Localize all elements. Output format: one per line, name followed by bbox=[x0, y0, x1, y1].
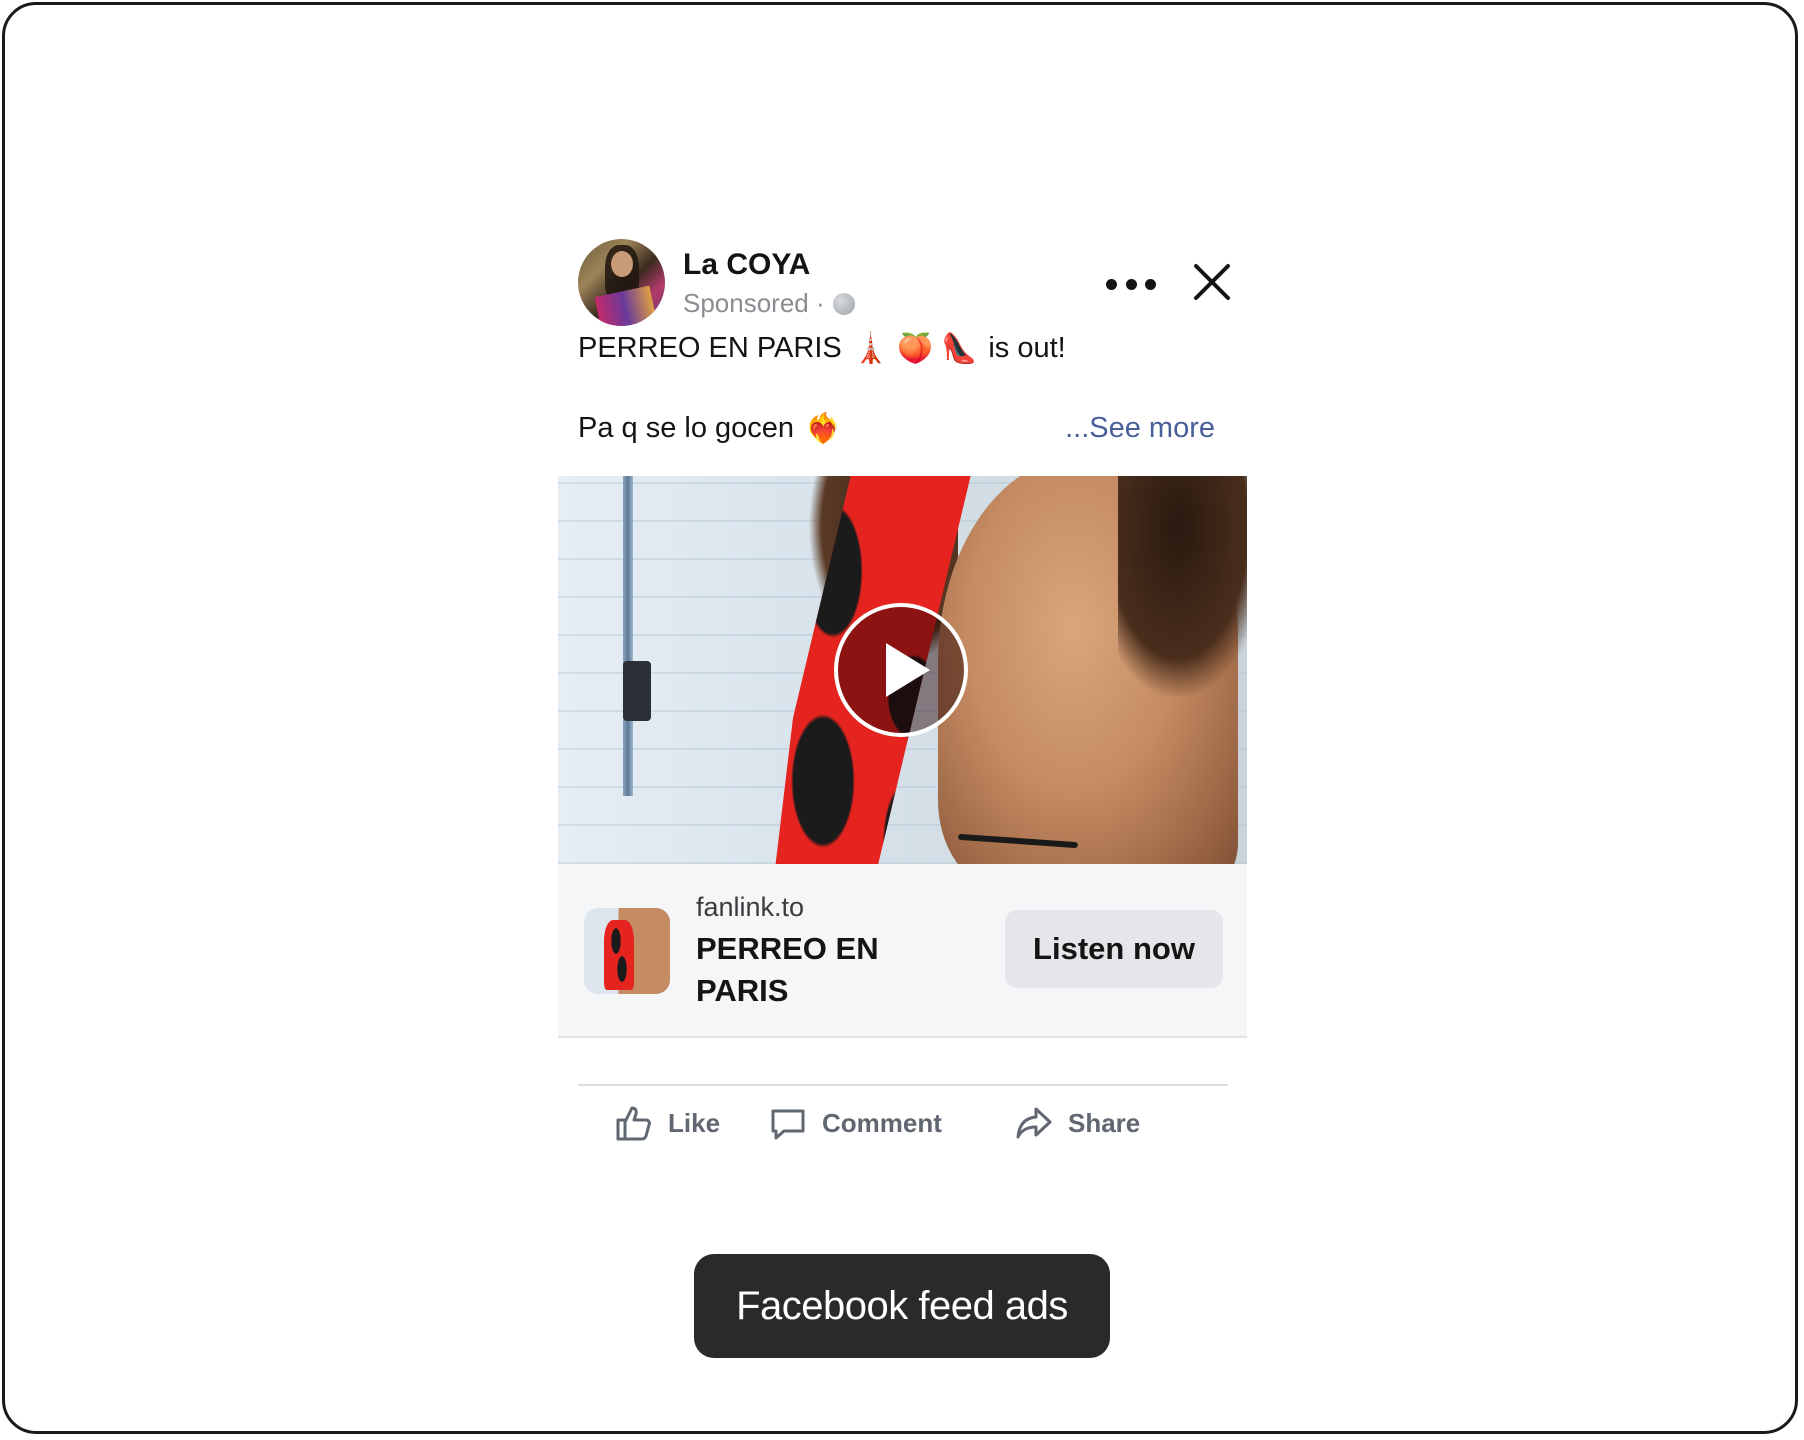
play-button[interactable] bbox=[834, 603, 968, 737]
page-avatar[interactable] bbox=[578, 239, 665, 326]
share-arrow-icon bbox=[1016, 1107, 1052, 1139]
post-header: La COYA Sponsored · bbox=[558, 236, 1247, 332]
link-thumbnail bbox=[584, 908, 670, 994]
video-media[interactable] bbox=[558, 476, 1247, 864]
message-title: PERREO EN PARIS bbox=[578, 332, 842, 364]
share-button[interactable]: Share bbox=[1014, 1088, 1140, 1158]
comment-icon bbox=[771, 1109, 805, 1140]
more-options-icon[interactable] bbox=[1106, 274, 1156, 294]
sponsored-label: Sponsored · bbox=[683, 288, 855, 319]
thumbs-up-icon bbox=[616, 1106, 651, 1141]
like-label: Like bbox=[668, 1107, 721, 1138]
post-message-line2: Pa q se lo gocen ❤️‍🔥 ...See more bbox=[558, 412, 1247, 476]
link-title: PERREO EN PARIS bbox=[696, 931, 879, 1008]
like-button[interactable]: Like bbox=[614, 1088, 720, 1158]
close-icon[interactable] bbox=[1190, 260, 1234, 304]
message-suffix: is out! bbox=[988, 332, 1066, 364]
heart-on-fire-emoji: ❤️‍🔥 bbox=[805, 413, 842, 446]
link-preview-bar[interactable]: fanlink.to PERREO EN PARIS Listen now bbox=[558, 864, 1247, 1038]
ad-post-card: La COYA Sponsored · PERREO EN PARIS 🗼 🍑 … bbox=[558, 236, 1247, 1141]
post-message-line1: PERREO EN PARIS 🗼 🍑 👠 is out! bbox=[558, 332, 1247, 412]
caption-badge: Facebook feed ads bbox=[694, 1254, 1110, 1358]
play-icon bbox=[886, 643, 930, 697]
message-emojis: 🗼 🍑 👠 bbox=[852, 333, 978, 366]
listen-now-button[interactable]: Listen now bbox=[1005, 910, 1223, 988]
media-hair-right bbox=[1118, 476, 1247, 696]
comment-button[interactable]: Comment bbox=[768, 1088, 942, 1158]
media-bracket bbox=[623, 661, 651, 721]
comment-label: Comment bbox=[822, 1107, 942, 1138]
message-line2-text: Pa q se lo gocen bbox=[578, 412, 795, 444]
actions-divider bbox=[578, 1084, 1228, 1086]
page-name[interactable]: La COYA bbox=[683, 248, 810, 282]
share-label: Share bbox=[1068, 1107, 1141, 1138]
avatar-cloth bbox=[594, 285, 658, 326]
sponsored-text: Sponsored · bbox=[683, 288, 825, 318]
see-more-link[interactable]: ...See more bbox=[1065, 412, 1215, 445]
link-domain: fanlink.to bbox=[696, 892, 805, 922]
avatar-face bbox=[611, 251, 633, 277]
post-actions: Like Comment Share bbox=[578, 1088, 1228, 1158]
globe-icon bbox=[832, 292, 855, 315]
media-pipe bbox=[623, 476, 633, 796]
